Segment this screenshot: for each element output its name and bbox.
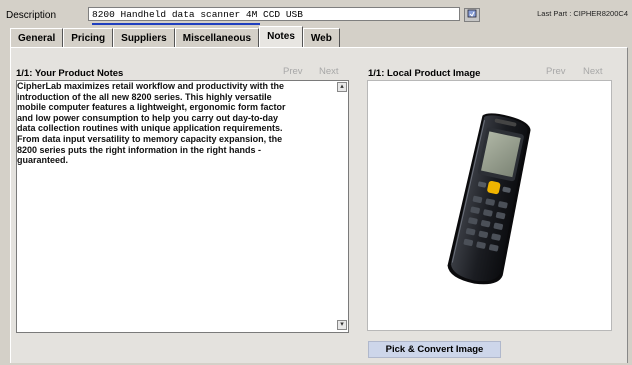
description-underline [92,23,260,25]
scroll-down-button[interactable]: ▾ [337,320,347,330]
notes-next-button[interactable]: Next [319,66,339,77]
notes-line: data collection routines with unique app… [17,123,283,134]
notes-line: CipherLab maximizes retail workflow and … [17,81,285,91]
lookup-button[interactable] [464,8,480,22]
tab-pricing[interactable]: Pricing [63,28,114,48]
notes-text: CipherLab maximizes retail workflow and … [17,81,335,166]
scroll-up-button[interactable]: ▴ [337,82,347,92]
tab-general[interactable]: General [10,28,64,48]
tab-web[interactable]: Web [302,28,340,48]
notes-line: and low power consumption to help you ca… [17,112,279,123]
notes-line: introduction of the all new 8200 series.… [17,91,272,102]
image-next-button[interactable]: Next [583,66,603,77]
chevron-down-icon: ▾ [340,321,344,328]
description-label: Description [6,10,57,21]
tab-miscellaneous[interactable]: Miscellaneous [174,28,260,48]
notes-title: 1/1: Your Product Notes [16,68,124,79]
tab-bar: General Pricing Suppliers Miscellaneous … [10,26,340,50]
pick-convert-image-button[interactable]: Pick & Convert Image [368,341,501,358]
notes-line: From data input versatility to memory ca… [17,133,283,144]
notes-prev-button[interactable]: Prev [283,66,303,77]
tab-suppliers[interactable]: Suppliers [113,28,175,48]
chevron-up-icon: ▴ [340,83,344,90]
product-image [420,110,550,293]
image-prev-button[interactable]: Prev [546,66,566,77]
description-input[interactable]: 8200 Handheld data scanner 4M CCD USB [88,7,460,21]
notes-line: mobile computer features a lightweight, … [17,102,286,113]
notes-line: 8200 series puts the right information i… [17,144,262,155]
last-part-label: Last Part : CIPHER8200C4 [537,9,628,18]
notes-line: guaranteed. [17,155,69,166]
lookup-icon [467,9,477,21]
image-title: 1/1: Local Product Image [368,68,481,79]
